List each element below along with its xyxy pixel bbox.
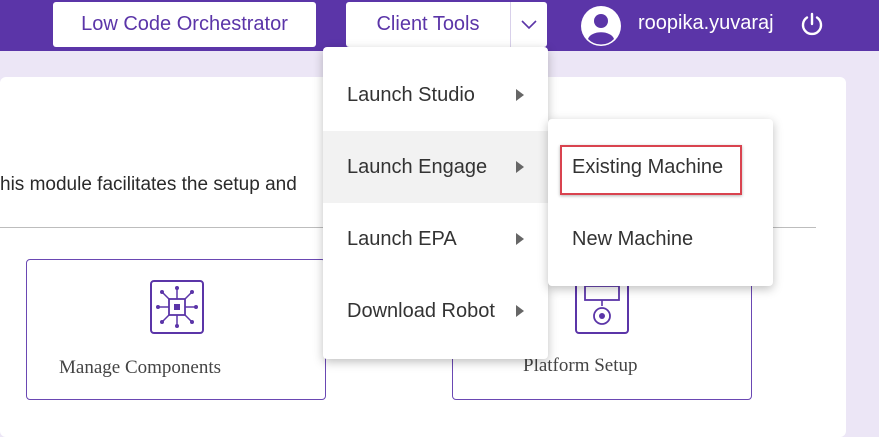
launch-engage-submenu: Existing Machine New Machine <box>548 119 773 286</box>
low-code-orchestrator-button[interactable]: Low Code Orchestrator <box>53 2 316 47</box>
module-description: his module facilitates the setup and <box>0 174 297 195</box>
power-icon <box>801 12 823 36</box>
top-navigation-bar: Low Code Orchestrator Client Tools roopi… <box>0 0 879 51</box>
manage-components-tile[interactable]: Manage Components <box>26 259 326 400</box>
menu-item-download-robot[interactable]: Download Robot <box>323 275 548 347</box>
user-avatar-icon <box>581 6 621 46</box>
chevron-right-icon <box>516 305 524 317</box>
chevron-right-icon <box>516 233 524 245</box>
menu-item-launch-studio[interactable]: Launch Studio <box>323 59 548 131</box>
menu-item-launch-engage[interactable]: Launch Engage <box>323 131 548 203</box>
client-tools-button[interactable]: Client Tools <box>346 2 510 47</box>
scrollbar-track[interactable] <box>848 77 879 425</box>
client-tools-dropdown-toggle[interactable] <box>510 2 547 47</box>
chevron-down-icon <box>521 19 537 29</box>
chevron-right-icon <box>516 161 524 173</box>
submenu-item-existing-machine[interactable]: Existing Machine <box>572 156 723 179</box>
username-label: roopika.yuvaraj <box>638 12 774 34</box>
chevron-right-icon <box>516 89 524 101</box>
avatar[interactable] <box>580 5 622 47</box>
client-tools-menu: Launch Studio Launch Engage Launch EPA D… <box>323 47 548 359</box>
monitor-gear-icon <box>575 280 629 334</box>
menu-item-launch-epa[interactable]: Launch EPA <box>323 203 548 275</box>
chip-icon <box>150 280 204 334</box>
logout-button[interactable] <box>798 10 826 38</box>
submenu-item-new-machine[interactable]: New Machine <box>572 228 693 251</box>
manage-components-label: Manage Components <box>59 357 222 378</box>
